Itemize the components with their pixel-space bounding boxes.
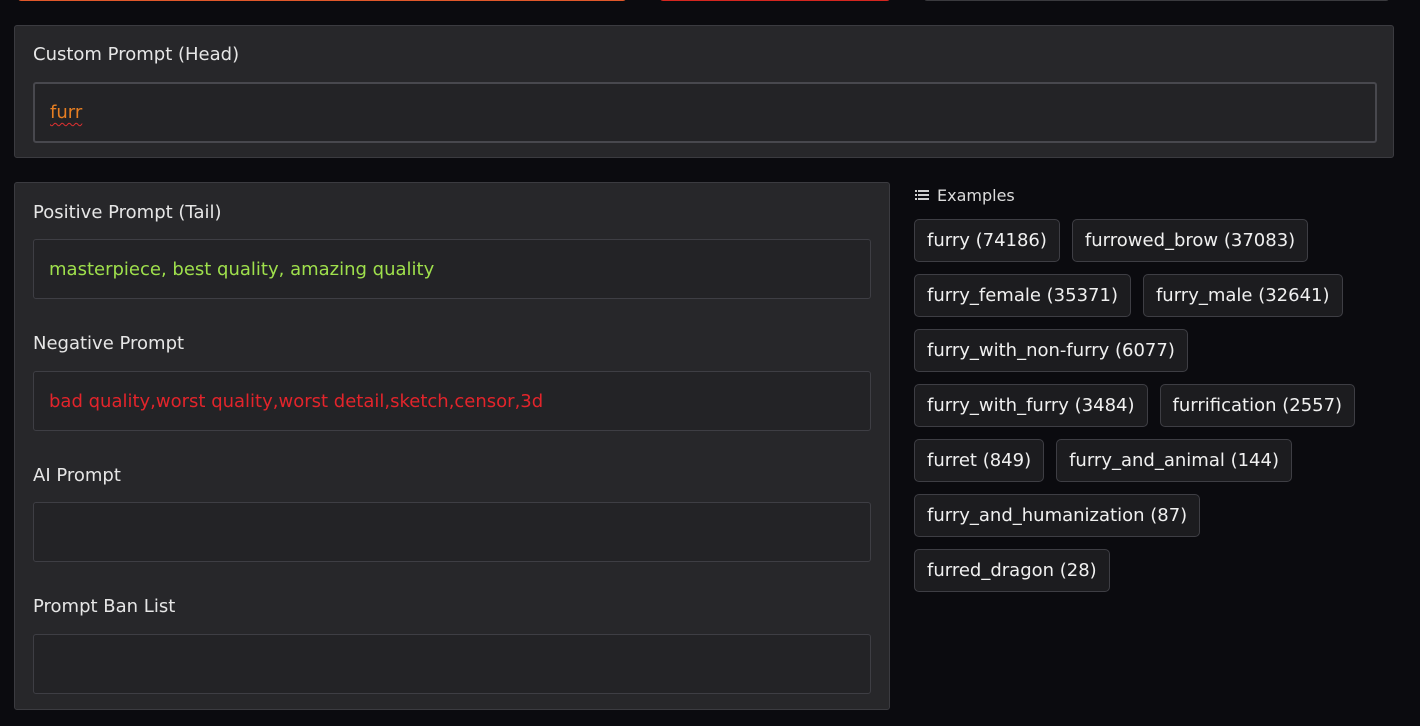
examples-title: Examples xyxy=(937,185,1015,205)
head-prompt-value: furr xyxy=(50,102,83,123)
head-prompt-panel: Custom Prompt (Head) furr xyxy=(14,25,1394,158)
example-chip[interactable]: furrification (2557) xyxy=(1159,384,1356,427)
ai-prompt-input[interactable] xyxy=(33,502,871,562)
example-chip[interactable]: furry (74186) xyxy=(914,219,1060,262)
example-chip[interactable]: furry_female (35371) xyxy=(914,274,1131,317)
top-progress-bars xyxy=(0,0,1420,6)
positive-prompt-value: masterpiece, best quality, amazing quali… xyxy=(49,258,435,280)
ai-prompt-label: AI Prompt xyxy=(33,465,121,486)
example-chip[interactable]: furry_with_non-furry (6077) xyxy=(914,329,1188,372)
top-bar-orange xyxy=(18,0,626,1)
example-chip[interactable]: furred_dragon (28) xyxy=(914,549,1110,592)
negative-prompt-label: Negative Prompt xyxy=(33,333,185,354)
example-chip[interactable]: furret (849) xyxy=(914,439,1045,482)
top-bar-red xyxy=(660,0,890,1)
example-chip[interactable]: furry_and_humanization (87) xyxy=(914,494,1201,537)
prompt-ban-list-label: Prompt Ban List xyxy=(33,596,176,617)
prompt-ban-list-input[interactable] xyxy=(33,634,871,694)
prompt-settings-panel: Positive Prompt (Tail) masterpiece, best… xyxy=(14,182,890,710)
top-bar-gray xyxy=(924,0,1389,1)
positive-prompt-input[interactable]: masterpiece, best quality, amazing quali… xyxy=(33,239,871,299)
positive-prompt-label: Positive Prompt (Tail) xyxy=(33,202,222,223)
example-chip[interactable]: furry_male (32641) xyxy=(1142,274,1343,317)
example-chip[interactable]: furry_with_furry (3484) xyxy=(914,384,1148,427)
examples-list: furry (74186) furrowed_brow (37083) furry_… xyxy=(914,219,1394,592)
head-prompt-input[interactable]: furr xyxy=(33,82,1377,143)
negative-prompt-input[interactable]: bad quality,worst quality,worst detail,s… xyxy=(33,371,871,431)
head-prompt-label: Custom Prompt (Head) xyxy=(33,44,240,65)
example-chip[interactable]: furrowed_brow (37083) xyxy=(1071,219,1309,262)
negative-prompt-value: bad quality,worst quality,worst detail,s… xyxy=(49,390,544,412)
examples-header: Examples xyxy=(915,184,1015,206)
example-chip[interactable]: furry_and_animal (144) xyxy=(1056,439,1292,482)
list-icon xyxy=(915,189,929,201)
